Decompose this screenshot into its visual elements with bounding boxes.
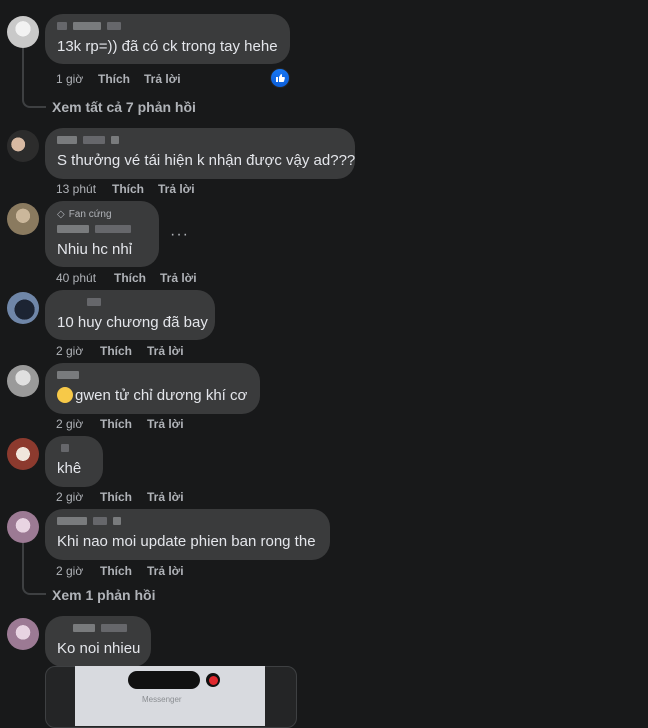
avatar[interactable] bbox=[7, 365, 39, 397]
comment-time[interactable]: 1 giờ bbox=[56, 72, 98, 86]
crying-face-icon bbox=[57, 387, 73, 403]
comment-time[interactable]: 13 phút bbox=[56, 182, 112, 196]
like-button[interactable]: Thích bbox=[98, 72, 144, 86]
commenter-name-blurred[interactable] bbox=[57, 517, 318, 526]
like-button[interactable]: Thích bbox=[114, 271, 160, 285]
like-button[interactable]: Thích bbox=[100, 564, 147, 578]
comment-bubble: khê bbox=[45, 436, 103, 487]
comment-bubble: ◇ Fan cứng Nhiu hc nhỉ bbox=[45, 201, 159, 267]
comment-bubble: Khi nao moi update phien ban rong the bbox=[45, 509, 330, 560]
comment-time[interactable]: 2 giờ bbox=[56, 344, 100, 358]
like-button[interactable]: Thích bbox=[100, 344, 147, 358]
view-replies-link[interactable]: Xem tất cả 7 phản hồi bbox=[52, 99, 196, 115]
comment-actions: 13 phút Thích Trả lời bbox=[56, 182, 195, 196]
comment-text: 10 huy chương đã bay bbox=[57, 314, 208, 331]
fan-badge: ◇ Fan cứng bbox=[57, 209, 147, 220]
comment-bubble: 13k rp=)) đã có ck trong tay hehe bbox=[45, 14, 290, 64]
like-button[interactable]: Thích bbox=[100, 490, 147, 504]
comment-actions: 40 phút Thích Trả lời bbox=[56, 271, 197, 285]
avatar[interactable] bbox=[7, 16, 39, 48]
like-button[interactable]: Thích bbox=[100, 417, 147, 431]
comment-bubble: Ko noi nhieu bbox=[45, 616, 151, 667]
thread-line bbox=[22, 48, 24, 96]
fan-badge-label: Fan cứng bbox=[68, 209, 112, 220]
comment-text: S thưởng vé tái hiện k nhận được vậy ad?… bbox=[57, 152, 356, 169]
more-options-icon[interactable]: ··· bbox=[170, 226, 189, 244]
thread-line bbox=[22, 543, 24, 583]
comment-time[interactable]: 2 giờ bbox=[56, 490, 100, 504]
comment-actions: 2 giờ Thích Trả lời bbox=[56, 417, 184, 431]
diamond-icon: ◇ bbox=[57, 209, 65, 220]
thread-connector bbox=[22, 94, 46, 108]
avatar[interactable] bbox=[7, 203, 39, 235]
commenter-name-blurred[interactable] bbox=[57, 298, 203, 307]
comment-time[interactable]: 2 giờ bbox=[56, 417, 100, 431]
like-button[interactable]: Thích bbox=[112, 182, 158, 196]
commenter-name-blurred[interactable] bbox=[57, 22, 278, 31]
view-replies-link[interactable]: Xem 1 phản hồi bbox=[52, 587, 155, 603]
comment-text-content: gwen tử chỉ dương khí cơ bbox=[75, 387, 248, 404]
avatar[interactable] bbox=[7, 438, 39, 470]
comment-bubble: S thưởng vé tái hiện k nhận được vậy ad?… bbox=[45, 128, 355, 179]
reply-button[interactable]: Trả lời bbox=[158, 182, 195, 196]
comment-time[interactable]: 40 phút bbox=[56, 271, 114, 285]
thread-connector bbox=[22, 581, 46, 595]
comment-text: gwen tử chỉ dương khí cơ bbox=[57, 386, 248, 406]
comment-text: Nhiu hc nhỉ bbox=[57, 241, 133, 258]
reply-button[interactable]: Trả lời bbox=[147, 490, 184, 504]
messenger-label: Messenger bbox=[142, 695, 182, 704]
record-icon bbox=[206, 673, 220, 687]
comment-actions: 2 giờ Thích Trả lời bbox=[56, 344, 184, 358]
comment-time[interactable]: 2 giờ bbox=[56, 564, 100, 578]
comment-actions: 1 giờ Thích Trả lời bbox=[56, 72, 181, 86]
reply-button[interactable]: Trả lời bbox=[147, 344, 184, 358]
comment-text: Ko noi nhieu bbox=[57, 640, 141, 657]
reply-button[interactable]: Trả lời bbox=[160, 271, 197, 285]
comment-bubble: 10 huy chương đã bay bbox=[45, 290, 215, 340]
commenter-name-blurred[interactable] bbox=[57, 371, 248, 380]
comment-text: 13k rp=)) đã có ck trong tay hehe bbox=[57, 38, 278, 55]
comment-actions: 2 giờ Thích Trả lời bbox=[56, 490, 184, 504]
commenter-name-blurred[interactable] bbox=[57, 444, 91, 453]
comment-text: khê bbox=[57, 460, 82, 477]
commenter-name-blurred[interactable] bbox=[57, 136, 343, 145]
comment-text: Khi nao moi update phien ban rong the bbox=[57, 533, 316, 550]
comment-bubble: gwen tử chỉ dương khí cơ bbox=[45, 363, 260, 414]
reply-button[interactable]: Trả lời bbox=[147, 417, 184, 431]
avatar[interactable] bbox=[7, 292, 39, 324]
like-reaction-icon[interactable] bbox=[270, 68, 290, 88]
avatar[interactable] bbox=[7, 130, 39, 162]
commenter-name-blurred[interactable] bbox=[57, 624, 139, 633]
comment-actions: 2 giờ Thích Trả lời bbox=[56, 564, 184, 578]
reply-button[interactable]: Trả lời bbox=[144, 72, 181, 86]
avatar[interactable] bbox=[7, 618, 39, 650]
commenter-name-blurred[interactable] bbox=[57, 225, 147, 234]
call-pill bbox=[128, 671, 200, 689]
avatar[interactable] bbox=[7, 511, 39, 543]
reply-button[interactable]: Trả lời bbox=[147, 564, 184, 578]
